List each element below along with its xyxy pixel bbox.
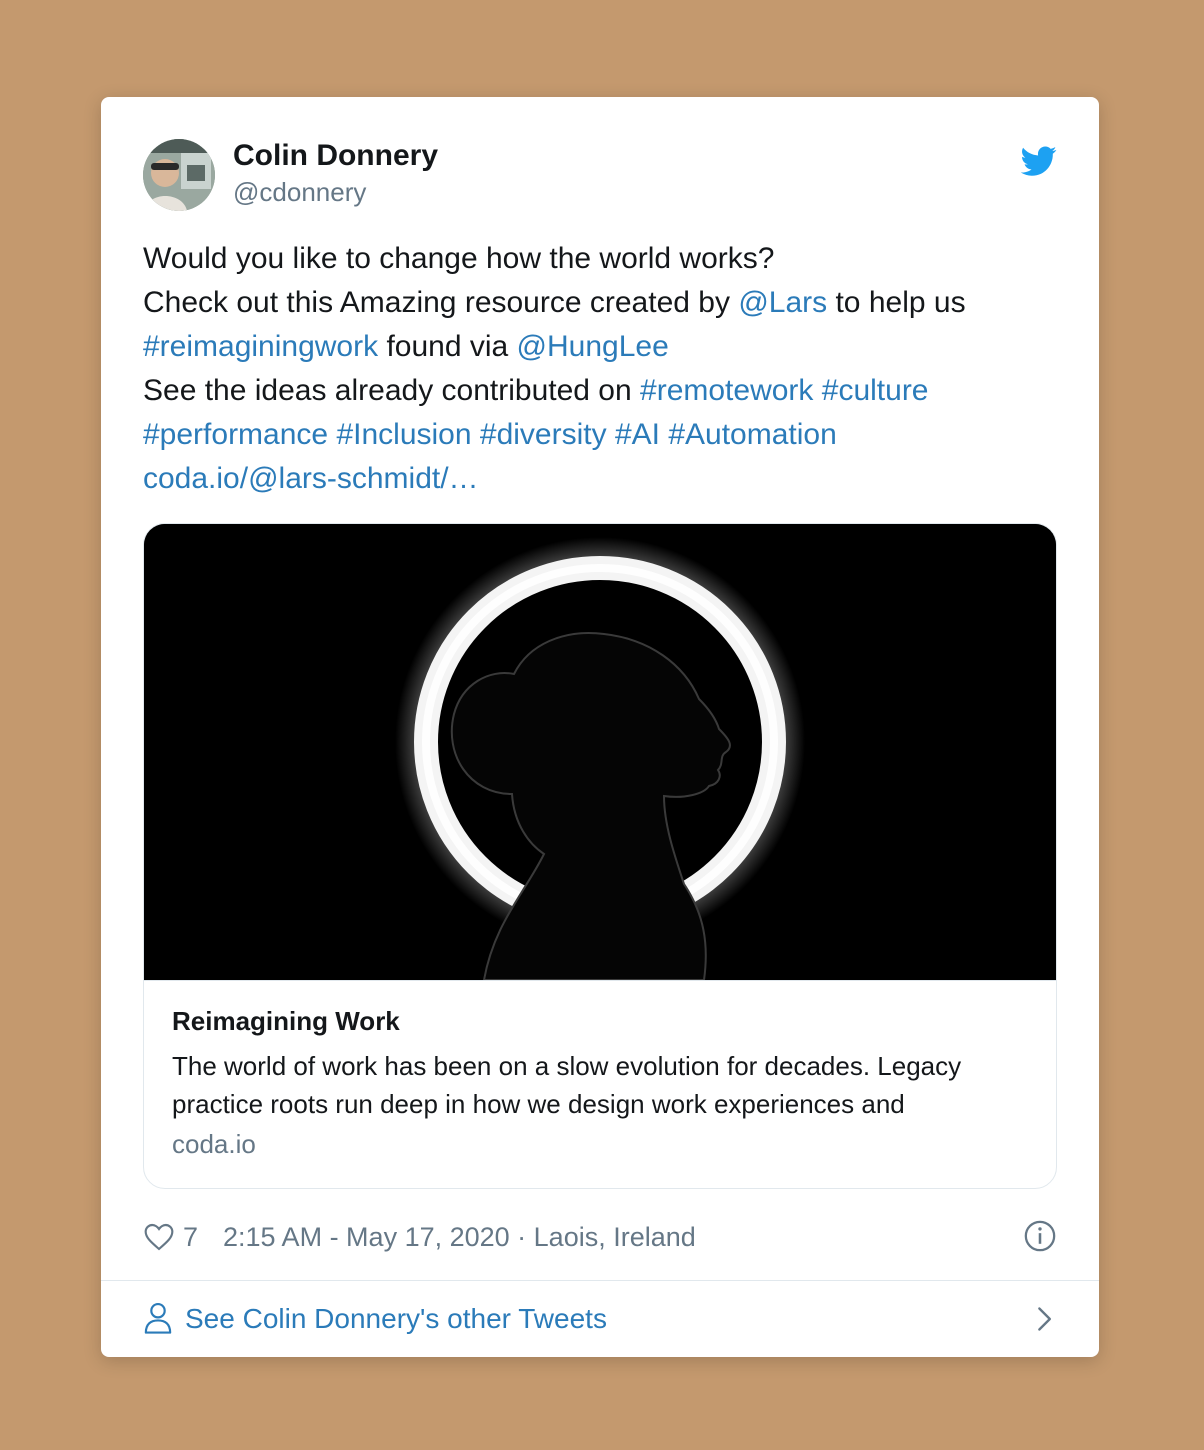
card-image[interactable] bbox=[144, 524, 1056, 981]
tweet-header: Colin Donnery @cdonnery bbox=[143, 139, 1057, 215]
see-other-tweets-link[interactable]: See Colin Donnery's other Tweets bbox=[143, 1281, 1057, 1357]
hashtag-link[interactable]: #performance bbox=[143, 418, 328, 451]
card-description: The world of work has been on a slow evo… bbox=[172, 1051, 962, 1119]
card-title[interactable]: Reimagining Work bbox=[172, 1005, 1028, 1037]
tweet-text-line: #performance #Inclusion #diversity #AI #… bbox=[143, 413, 1059, 457]
hashtag-link[interactable]: #AI bbox=[615, 418, 660, 451]
tweet-text-line: Would you like to change how the world w… bbox=[143, 237, 1059, 281]
mention-link[interactable]: @Lars bbox=[738, 286, 827, 319]
tweet-text-segment: Would you like to change how the world w… bbox=[143, 242, 775, 275]
hashtag-link[interactable]: #reimaginingwork bbox=[143, 330, 378, 363]
twitter-bird-icon[interactable] bbox=[1021, 143, 1057, 179]
tweet-text-segment bbox=[472, 418, 480, 451]
heart-icon[interactable] bbox=[143, 1221, 175, 1253]
tweet-text-segment bbox=[813, 374, 821, 407]
tweet-text-segment: to help us bbox=[827, 286, 966, 319]
tweet-text-line: coda.io/@lars-schmidt/… bbox=[143, 457, 1059, 501]
hashtag-link[interactable]: #Inclusion bbox=[336, 418, 471, 451]
card-domain: coda.io bbox=[172, 1129, 256, 1159]
mention-link[interactable]: @HungLee bbox=[517, 330, 669, 363]
tweet-text-line: Check out this Amazing resource created … bbox=[143, 281, 1059, 325]
person-icon bbox=[144, 1302, 172, 1334]
tweet-text-line: See the ideas already contributed on #re… bbox=[143, 369, 1059, 413]
see-other-tweets-label[interactable]: See Colin Donnery's other Tweets bbox=[185, 1281, 607, 1357]
tweet-embed: Colin Donnery @cdonnery Would you like t… bbox=[101, 97, 1099, 1357]
hashtag-link[interactable]: #diversity bbox=[480, 418, 607, 451]
url-link[interactable]: coda.io/@lars-schmidt/… bbox=[143, 462, 479, 495]
tweet-text-segment: found via bbox=[378, 330, 517, 363]
avatar[interactable] bbox=[143, 139, 215, 211]
hashtag-link[interactable]: #remotework bbox=[640, 374, 813, 407]
card-body[interactable]: Reimagining Work The world of work has b… bbox=[144, 980, 1056, 1188]
info-icon[interactable] bbox=[1023, 1219, 1057, 1253]
tweet-text: Would you like to change how the world w… bbox=[143, 237, 1059, 501]
tweet-text-segment bbox=[607, 418, 615, 451]
hashtag-link[interactable]: #culture bbox=[822, 374, 929, 407]
author-info[interactable]: Colin Donnery @cdonnery bbox=[233, 139, 438, 209]
like-count[interactable]: 7 bbox=[183, 1217, 198, 1257]
tweet-meta: 7 2:15 AM - May 17, 2020 · Laois, Irelan… bbox=[143, 1217, 1057, 1257]
tweet-text-segment: Check out this Amazing resource created … bbox=[143, 286, 739, 319]
chevron-right-icon[interactable] bbox=[1031, 1305, 1057, 1333]
avatar-photo bbox=[143, 139, 215, 211]
tweet-text-line: #reimaginingwork found via @HungLee bbox=[143, 325, 1059, 369]
author-display-name[interactable]: Colin Donnery bbox=[233, 139, 438, 173]
hashtag-link[interactable]: #Automation bbox=[668, 418, 836, 451]
tweet-text-segment: See the ideas already contributed on bbox=[143, 374, 641, 407]
author-handle[interactable]: @cdonnery bbox=[233, 175, 438, 209]
card-image-silhouette bbox=[144, 524, 1056, 981]
timestamp[interactable]: 2:15 AM - May 17, 2020 · Laois, Ireland bbox=[223, 1217, 696, 1257]
link-card[interactable]: Reimagining Work The world of work has b… bbox=[143, 523, 1057, 1189]
